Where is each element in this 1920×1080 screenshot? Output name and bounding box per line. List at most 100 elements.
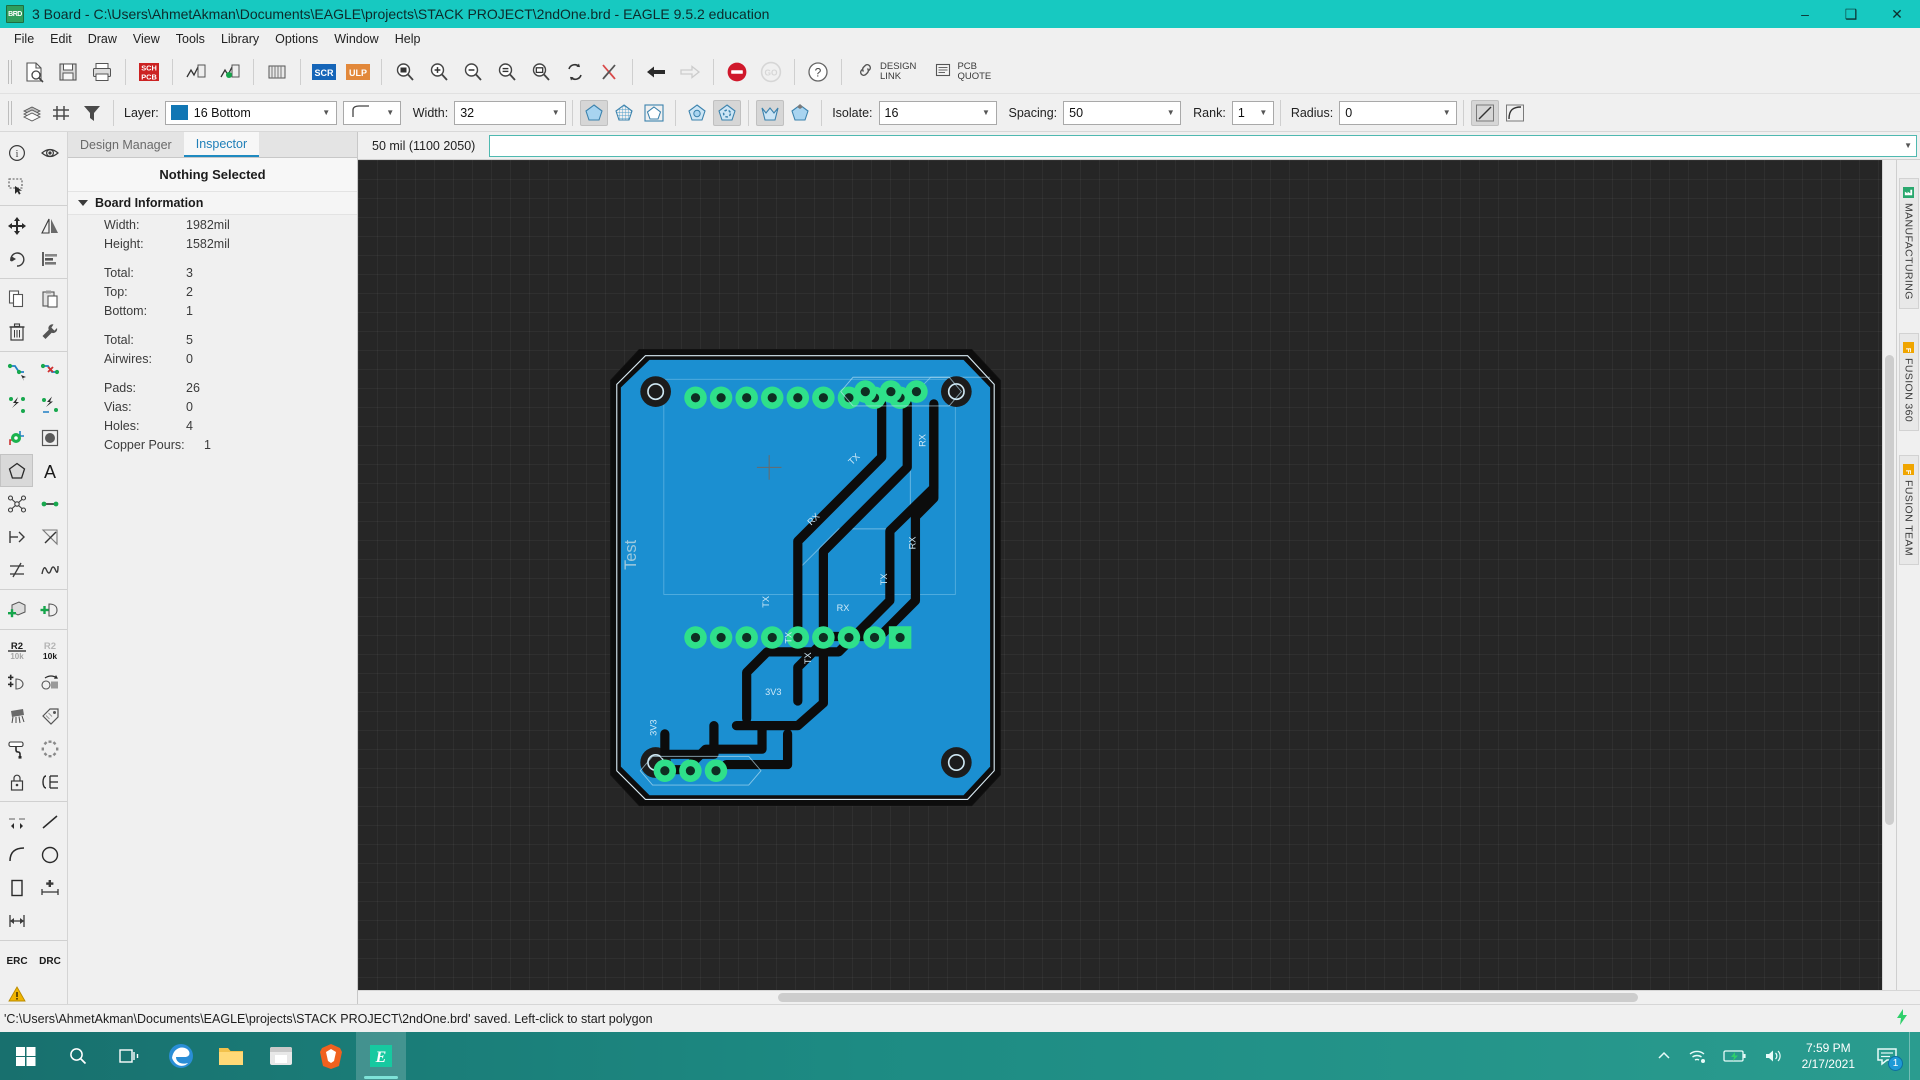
minimize-button[interactable]: – xyxy=(1782,0,1828,28)
horizontal-scroll-thumb[interactable] xyxy=(778,993,1638,1002)
route-tool[interactable] xyxy=(0,355,33,388)
rank-select[interactable]: 1 ▼ xyxy=(1231,100,1274,125)
update-tool[interactable] xyxy=(33,666,66,699)
delete-tool[interactable] xyxy=(0,315,33,348)
tab-inspector[interactable]: Inspector xyxy=(183,132,260,157)
autorouter-tool[interactable] xyxy=(0,388,33,421)
meander-tool[interactable] xyxy=(0,520,33,553)
design-link-button[interactable]: DESIGN LINK xyxy=(848,59,925,85)
mirror-tool[interactable] xyxy=(33,209,66,242)
drc-clear-button[interactable] xyxy=(592,55,626,89)
help-button[interactable]: ? xyxy=(801,55,835,89)
ratsnest-tool[interactable] xyxy=(33,388,66,421)
miter-round-button[interactable] xyxy=(1501,100,1529,126)
taskbar-microsoft-store[interactable] xyxy=(256,1032,306,1080)
layer-settings-button[interactable] xyxy=(18,100,46,126)
script-button[interactable]: SCR xyxy=(307,55,341,89)
menu-item-draw[interactable]: Draw xyxy=(80,30,125,48)
display-filter-button[interactable] xyxy=(78,100,106,126)
wifi-icon[interactable] xyxy=(1680,1032,1714,1080)
menu-item-edit[interactable]: Edit xyxy=(42,30,80,48)
cam-processor-button[interactable]: SCH PCB xyxy=(132,55,166,89)
options-toolbar-grip[interactable] xyxy=(7,98,14,128)
lock-tool[interactable] xyxy=(0,765,33,798)
grid-settings-button[interactable] xyxy=(48,100,76,126)
text-tool[interactable]: A xyxy=(33,454,66,487)
add-gate-tool[interactable] xyxy=(33,593,66,626)
ripup-tool[interactable] xyxy=(33,355,66,388)
zoom-fit-button[interactable] xyxy=(388,55,422,89)
save-button[interactable] xyxy=(51,55,85,89)
thermals-off-button[interactable] xyxy=(683,100,711,126)
taskbar-brave[interactable] xyxy=(306,1032,356,1080)
command-input[interactable]: ▼ xyxy=(489,134,1917,157)
task-view-icon[interactable] xyxy=(104,1032,156,1080)
pour-cutout-button[interactable] xyxy=(640,100,668,126)
length-tool[interactable] xyxy=(33,553,66,586)
info-tool[interactable]: i xyxy=(0,136,33,169)
clock[interactable]: 7:59 PM 2/17/2021 xyxy=(1792,1032,1865,1080)
orphans-on-button[interactable] xyxy=(786,100,814,126)
wire-bend-select[interactable]: ▼ xyxy=(342,100,401,125)
open-file-button[interactable] xyxy=(17,55,51,89)
menu-item-tools[interactable]: Tools xyxy=(168,30,213,48)
wire-tool[interactable] xyxy=(33,487,66,520)
go-button[interactable]: GO xyxy=(754,55,788,89)
dimension-tool[interactable] xyxy=(0,805,33,838)
taskbar-eagle[interactable]: E xyxy=(356,1032,406,1080)
pcb-canvas[interactable]: TX RX RX RX TX TX RX TX TX 3V3 3V3 Test xyxy=(358,160,1882,990)
generate-board-button[interactable] xyxy=(213,55,247,89)
orphans-off-button[interactable] xyxy=(756,99,785,126)
smash-tool[interactable] xyxy=(0,699,33,732)
group-tool[interactable] xyxy=(0,169,33,202)
horizontal-scrollbar[interactable] xyxy=(358,990,1882,1004)
search-icon[interactable] xyxy=(52,1032,104,1080)
menu-item-window[interactable]: Window xyxy=(326,30,386,48)
zoom-out-button[interactable] xyxy=(456,55,490,89)
spacing-select[interactable]: 50 ▼ xyxy=(1063,100,1182,125)
tab-fusion-team[interactable]: F FUSION TEAM xyxy=(1898,454,1919,565)
line-tool[interactable] xyxy=(33,805,66,838)
undo-button[interactable] xyxy=(639,55,673,89)
hplus-tool[interactable] xyxy=(33,871,66,904)
isolate-select[interactable]: 16 ▼ xyxy=(878,100,997,125)
menu-item-library[interactable]: Library xyxy=(213,30,267,48)
add-part-tool[interactable] xyxy=(0,593,33,626)
menu-item-help[interactable]: Help xyxy=(387,30,429,48)
zoom-select-button[interactable] xyxy=(490,55,524,89)
tab-manufacturing[interactable]: MANUFACTURING xyxy=(1898,178,1919,309)
tab-fusion-360[interactable]: F FUSION 360 xyxy=(1898,332,1919,431)
vertical-scroll-thumb[interactable] xyxy=(1885,355,1894,825)
zoom-region-button[interactable] xyxy=(524,55,558,89)
menu-item-view[interactable]: View xyxy=(125,30,168,48)
optimize-tool[interactable] xyxy=(33,732,66,765)
toolbar-grip[interactable] xyxy=(7,57,14,87)
copy-tool[interactable] xyxy=(0,282,33,315)
arc-tool[interactable] xyxy=(0,838,33,871)
menu-item-file[interactable]: File xyxy=(6,30,42,48)
pour-solid-button[interactable] xyxy=(580,99,609,126)
pour-hatch-button[interactable] xyxy=(610,100,638,126)
stop-button[interactable] xyxy=(720,55,754,89)
split-tool[interactable] xyxy=(0,553,33,586)
paint-tool[interactable] xyxy=(0,732,33,765)
errors-tool[interactable] xyxy=(0,977,33,1010)
erc-tool[interactable]: ERC xyxy=(0,944,33,977)
speaker-icon[interactable] xyxy=(1756,1032,1790,1080)
zoom-in-button[interactable] xyxy=(422,55,456,89)
polygon-tool[interactable] xyxy=(0,454,33,487)
vertical-scrollbar[interactable] xyxy=(1882,160,1896,990)
hole-tool[interactable] xyxy=(33,421,66,454)
tab-design-manager[interactable]: Design Manager xyxy=(68,132,184,157)
rotate-tool[interactable] xyxy=(0,242,33,275)
drc-tool[interactable]: DRC xyxy=(33,944,66,977)
miter-straight-button[interactable] xyxy=(1471,99,1500,126)
close-button[interactable]: ✕ xyxy=(1874,0,1920,28)
show-desktop-button[interactable] xyxy=(1909,1032,1916,1080)
pinswap-tool[interactable] xyxy=(33,765,66,798)
layer-select[interactable]: 16 Bottom ▼ xyxy=(164,100,337,125)
value-tool[interactable]: R2 10k xyxy=(33,633,66,666)
attribute-tool[interactable] xyxy=(33,699,66,732)
windows-start-icon[interactable] xyxy=(0,1032,52,1080)
taskbar-file-explorer[interactable] xyxy=(206,1032,256,1080)
